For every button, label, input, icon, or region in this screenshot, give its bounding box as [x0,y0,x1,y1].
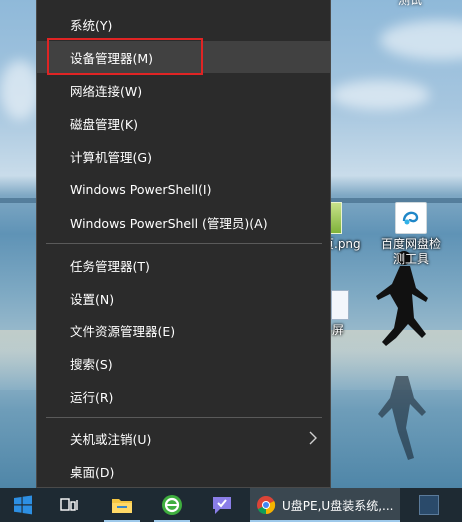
taskbar-overflow-app[interactable] [404,488,454,522]
taskbar-file-explorer[interactable] [100,488,144,522]
feedback-hub-icon [213,497,231,514]
start-button[interactable] [0,488,46,522]
task-view-icon [60,498,78,511]
document-icon [331,290,349,320]
desktop-icon-baidu-label-line2: 测工具 [392,252,429,266]
menu-item-disk-management[interactable]: 磁盘管理(K) [37,107,330,139]
menu-item-desktop[interactable]: 桌面(D) [37,455,330,487]
runner-silhouette [376,251,428,460]
menu-item-computer-management[interactable]: 计算机管理(G) [37,140,330,172]
app-icon [419,495,439,515]
green-app-icon [162,495,182,515]
menu-item-powershell-admin[interactable]: Windows PowerShell (管理员)(A) [37,206,330,238]
taskbar-window-title: U盘PE,U盘装系统,... [282,499,394,513]
menu-separator [46,417,322,418]
menu-item-run[interactable]: 运行(R) [37,380,330,412]
red-highlight-annotation [47,38,203,75]
baidu-netdisk-icon [395,202,427,234]
task-view-button[interactable] [50,488,90,522]
file-explorer-icon [112,499,132,513]
chevron-right-icon [309,431,317,445]
taskbar-active-browser-window[interactable]: U盘PE,U盘装系统,... [250,488,400,522]
menu-item-shutdown-signout[interactable]: 关机或注销(U) [37,422,330,454]
menu-item-task-manager[interactable]: 任务管理器(T) [37,249,330,281]
desktop-icon-baidu-netdisk-tool[interactable]: 百度网盘检 测工具 [376,202,446,267]
desktop-icon-baidu-label-line1: 百度网盘检 [380,237,441,251]
winx-context-menu: 系统(Y) 设备管理器(M) 网络连接(W) 磁盘管理(K) 计算机管理(G) … [36,0,331,488]
windows-start-icon [14,495,32,515]
menu-item-search[interactable]: 搜索(S) [37,347,330,379]
menu-separator [46,243,322,244]
menu-item-file-explorer[interactable]: 文件资源管理器(E) [37,314,330,346]
taskbar-green-app[interactable] [150,488,194,522]
menu-item-system[interactable]: 系统(Y) [37,8,330,40]
taskbar-feedback-app[interactable] [200,488,244,522]
partial-icon-label-top: 测试 [398,0,423,7]
taskbar: U盘PE,U盘装系统,... [0,488,462,522]
menu-item-powershell[interactable]: Windows PowerShell(I) [37,173,330,205]
menu-item-network-connections[interactable]: 网络连接(W) [37,74,330,106]
menu-item-settings[interactable]: 设置(N) [37,282,330,314]
chrome-icon [257,496,276,515]
